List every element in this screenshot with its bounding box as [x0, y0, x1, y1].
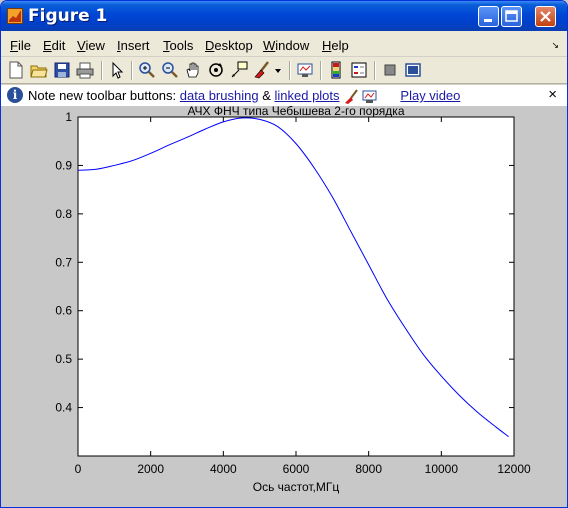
pan-icon[interactable]	[184, 61, 202, 79]
close-button[interactable]	[535, 6, 556, 27]
figure-window: Figure 1 File Edit View Insert Tools Des…	[0, 0, 568, 508]
info-close-icon[interactable]: ×	[548, 86, 557, 103]
colorbar-icon[interactable]	[327, 61, 345, 79]
link-plot-icon-small	[362, 90, 377, 103]
y-tick-label: 0.8	[55, 207, 72, 221]
title-bar[interactable]: Figure 1	[1, 1, 567, 31]
zoom-in-icon[interactable]	[138, 61, 156, 79]
toolbar-separator	[289, 61, 291, 80]
maximize-button[interactable]	[501, 6, 522, 27]
toolbar-separator	[131, 61, 133, 80]
window-title: Figure 1	[28, 6, 108, 26]
menu-bar: File Edit View Insert Tools Desktop Wind…	[1, 31, 567, 56]
x-tick-label: 6000	[283, 462, 310, 476]
y-tick-label: 0.9	[55, 158, 72, 172]
menu-file[interactable]: File	[10, 38, 31, 53]
figure-canvas: АЧХ ФНЧ типа Чебышева 2-го порядка 0 2000 4…	[1, 104, 567, 507]
zoom-out-icon[interactable]	[161, 61, 179, 79]
y-tick-label: 0.6	[55, 304, 72, 318]
info-bar: i Note new toolbar buttons: data brushin…	[1, 85, 567, 106]
matlab-logo-icon	[7, 8, 23, 24]
chart: АЧХ ФНЧ типа Чебышева 2-го порядка 0 2000 4…	[55, 104, 531, 494]
show-plot-tools-icon[interactable]	[404, 61, 422, 79]
brush-icon[interactable]	[253, 61, 271, 79]
menu-tools[interactable]: Tools	[163, 38, 193, 53]
open-file-icon[interactable]	[30, 61, 48, 79]
chart-title: АЧХ ФНЧ типа Чебышева 2-го порядка	[187, 106, 404, 118]
y-tick-label: 0.4	[55, 401, 72, 415]
data-brushing-link[interactable]: data brushing	[180, 88, 259, 103]
toolbar-separator	[374, 61, 376, 80]
menu-desktop[interactable]: Desktop	[205, 38, 253, 53]
axes-box	[77, 116, 515, 457]
play-video-link[interactable]: Play video	[400, 88, 460, 103]
data-cursor-icon[interactable]	[230, 61, 248, 79]
x-tick-label: 8000	[355, 462, 382, 476]
x-tick-label: 10000	[425, 462, 459, 476]
linked-plots-link[interactable]: linked plots	[274, 88, 339, 103]
info-message: Note new toolbar buttons: data brushing …	[28, 88, 460, 104]
menu-window[interactable]: Window	[263, 38, 309, 53]
menu-insert[interactable]: Insert	[117, 38, 150, 53]
menu-help[interactable]: Help	[322, 38, 349, 53]
info-icon: i	[7, 87, 23, 103]
x-tick-label: 4000	[210, 462, 237, 476]
x-axis-label: Ось частот,МГц	[253, 480, 340, 494]
close-icon	[540, 11, 551, 22]
hide-plot-tools-icon[interactable]	[381, 61, 399, 79]
toolbar-separator	[101, 61, 103, 80]
toolbar-separator	[320, 61, 322, 80]
info-ampersand: &	[262, 88, 271, 103]
info-icons	[343, 88, 379, 104]
minimize-icon	[484, 19, 492, 22]
x-tick-label: 12000	[497, 462, 531, 476]
link-plot-icon[interactable]	[296, 61, 314, 79]
pointer-icon[interactable]	[108, 61, 126, 79]
figure-toolbar	[1, 57, 567, 84]
x-tick-label: 0	[75, 462, 82, 476]
rotate-3d-icon[interactable]	[207, 61, 225, 79]
minimize-button[interactable]	[478, 6, 499, 27]
y-tick-label: 1	[65, 110, 72, 124]
save-icon[interactable]	[53, 61, 71, 79]
maximize-icon	[505, 10, 518, 22]
menu-view[interactable]: View	[77, 38, 105, 53]
legend-icon[interactable]	[350, 61, 368, 79]
print-icon[interactable]	[76, 61, 94, 79]
dock-figure-icon[interactable]: ↘	[551, 40, 559, 51]
menu-edit[interactable]: Edit	[43, 38, 65, 53]
brush-dropdown-icon[interactable]	[273, 61, 283, 79]
new-figure-icon[interactable]	[7, 61, 25, 79]
x-tick-label: 2000	[137, 462, 164, 476]
info-prefix: Note new toolbar buttons:	[28, 88, 177, 103]
brush-icon-small	[345, 88, 358, 104]
y-tick-label: 0.5	[55, 352, 72, 366]
y-tick-label: 0.7	[55, 255, 72, 269]
